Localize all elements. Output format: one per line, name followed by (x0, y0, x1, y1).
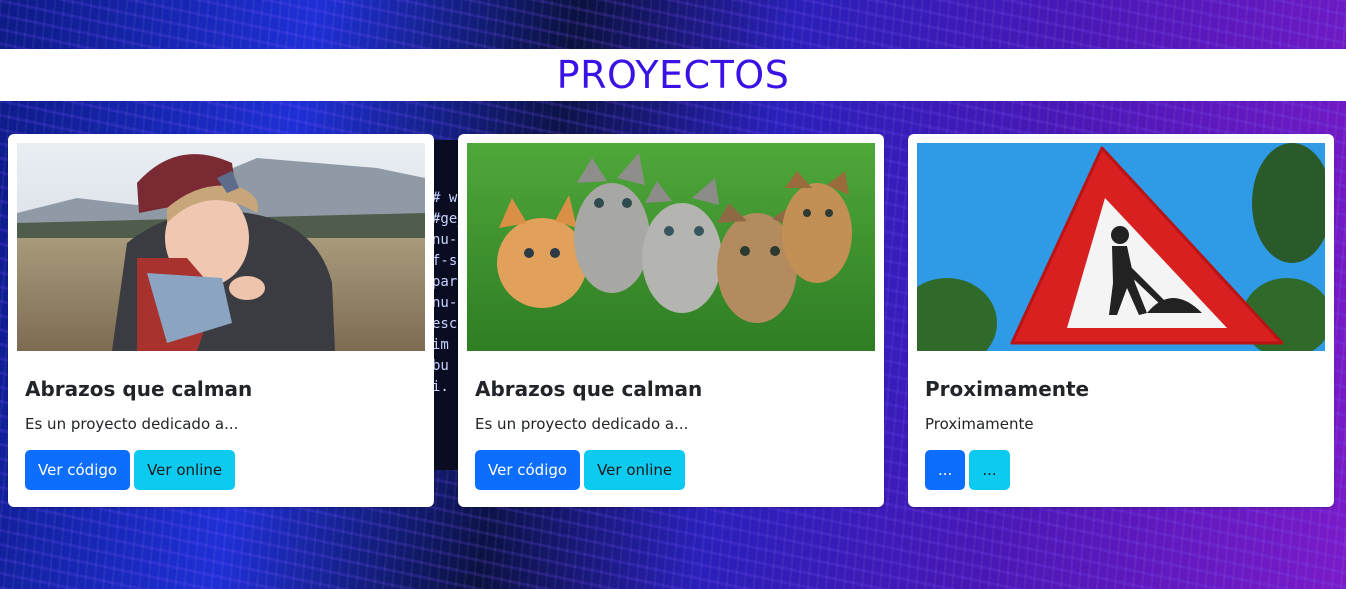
code-line: #ge_ (432, 211, 460, 227)
code-line: f-s (432, 253, 458, 269)
card-title: Proximamente (925, 377, 1090, 401)
card-text: Es un proyecto dedicado a... (475, 415, 689, 433)
card-actions: Ver código Ver online (25, 450, 417, 490)
project-image-hug (17, 143, 425, 351)
project-card: Abrazos que calman Es un proyecto dedica… (458, 134, 884, 507)
card-title: Abrazos que calman (25, 377, 253, 401)
page-title: PROYECTOS (556, 53, 790, 97)
code-line: par (432, 274, 458, 290)
header-bar: PROYECTOS (0, 49, 1346, 101)
card-text: Es un proyecto dedicado a... (25, 415, 239, 433)
card-body: Abrazos que calman Es un proyecto dedica… (17, 351, 425, 490)
card-actions: Ver código Ver online (475, 450, 867, 490)
card-title: Abrazos que calman (475, 377, 703, 401)
card-body: Proximamente Proximamente ... ... (917, 351, 1325, 490)
card-actions: ... ... (925, 450, 1317, 490)
view-code-button[interactable]: Ver código (475, 450, 581, 490)
code-line: esc (432, 316, 458, 332)
project-image-roadworks (917, 143, 1325, 351)
code-line: im (432, 337, 449, 353)
code-line: # w (432, 190, 458, 206)
view-code-button[interactable]: Ver código (25, 450, 131, 490)
code-line: i. (432, 379, 449, 395)
code-line: nu- (432, 232, 458, 248)
project-card: Abrazos que calman Es un proyecto dedica… (8, 134, 434, 507)
project-card: Proximamente Proximamente ... ... (908, 134, 1334, 507)
view-online-button[interactable]: Ver online (134, 450, 236, 490)
project-image-kittens (467, 143, 875, 351)
card-text: Proximamente (925, 415, 1034, 433)
code-line: nu- (432, 295, 458, 311)
code-line: bu (432, 358, 449, 374)
view-online-button[interactable]: Ver online (584, 450, 686, 490)
card-body: Abrazos que calman Es un proyecto dedica… (467, 351, 875, 490)
view-online-button[interactable]: ... (969, 450, 1010, 490)
background-code-strip: # w #ge_ nu-f-s par nu-esc im bu i. (432, 140, 460, 470)
view-code-button[interactable]: ... (925, 450, 966, 490)
